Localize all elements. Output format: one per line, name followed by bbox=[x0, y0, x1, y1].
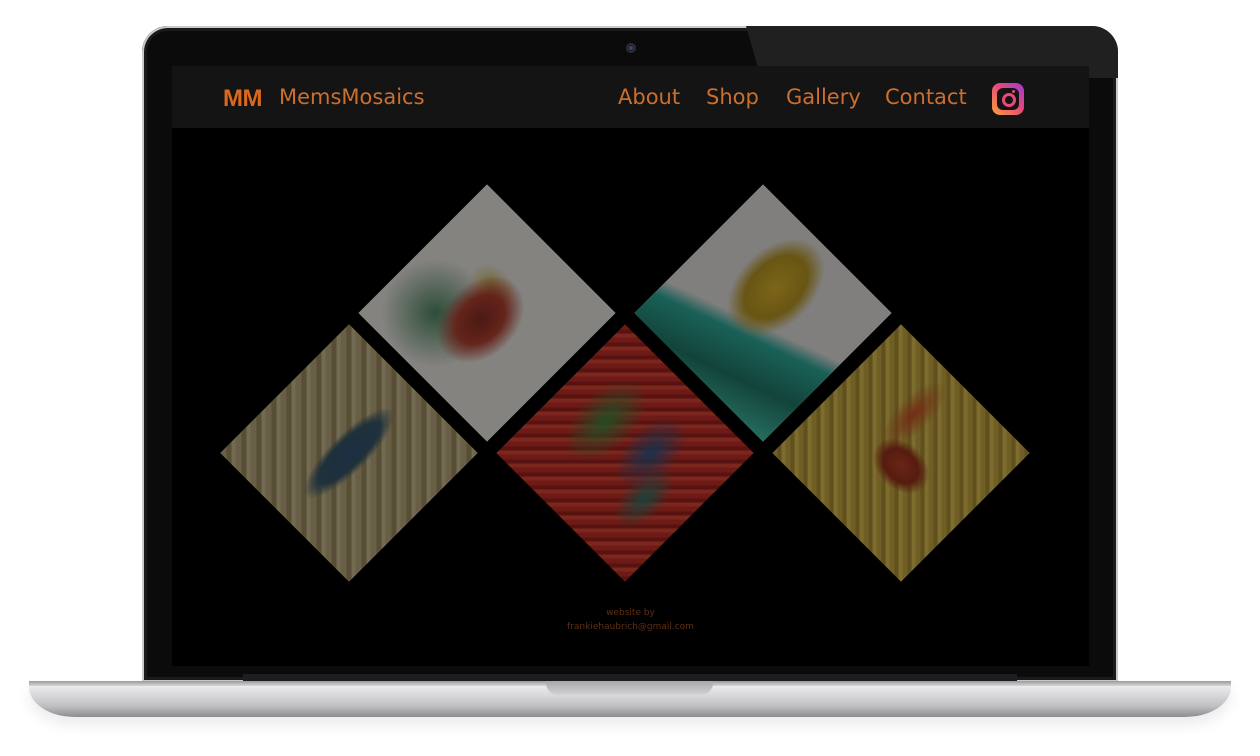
instagram-icon[interactable] bbox=[992, 83, 1024, 115]
navbar: MM MemsMosaics About Shop Gallery Contac… bbox=[172, 66, 1089, 128]
site-title[interactable]: MemsMosaics bbox=[279, 85, 425, 109]
website-screen: MM MemsMosaics About Shop Gallery Contac… bbox=[172, 66, 1089, 666]
instagram-icon-inner bbox=[997, 88, 1019, 110]
nav-gallery[interactable]: Gallery bbox=[786, 85, 861, 109]
trackpad-notch bbox=[546, 681, 713, 695]
nav-about[interactable]: About bbox=[618, 85, 680, 109]
laptop-base bbox=[29, 681, 1231, 717]
footer-email[interactable]: frankiehaubrich@gmail.com bbox=[172, 622, 1089, 632]
nav-contact[interactable]: Contact bbox=[885, 85, 967, 109]
instagram-icon-ring bbox=[1002, 93, 1016, 107]
nav-shop[interactable]: Shop bbox=[706, 85, 759, 109]
camera-icon bbox=[626, 43, 636, 53]
laptop-lid: MM MemsMosaics About Shop Gallery Contac… bbox=[142, 26, 1118, 682]
footer-credit: website by bbox=[606, 608, 655, 618]
instagram-icon-dot bbox=[1012, 90, 1015, 93]
logo-mark[interactable]: MM bbox=[223, 85, 262, 113]
